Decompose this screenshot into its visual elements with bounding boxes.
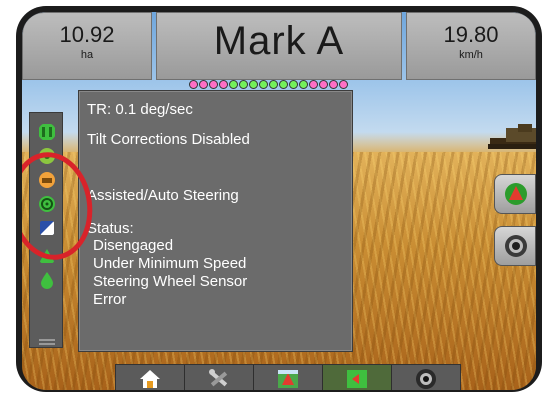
steering-info-panel: TR: 0.1 deg/sec Tilt Corrections Disable… xyxy=(78,90,353,352)
area-unit: ha xyxy=(80,49,94,61)
lightbar-led xyxy=(249,80,258,89)
camera-button[interactable] xyxy=(494,226,536,266)
status-line: Steering Wheel Sensor xyxy=(93,273,248,290)
display-bezel: 10.92 ha Mark A 19.80 km/h TR: 0.1 deg/s… xyxy=(16,6,542,392)
camera-view-icon xyxy=(416,369,436,389)
speed-readout[interactable]: 19.80 km/h xyxy=(406,12,536,80)
lightbar-led xyxy=(199,80,208,89)
tilt-status-text: Tilt Corrections Disabled xyxy=(87,131,250,148)
lightbar-led xyxy=(319,80,328,89)
status-bar: 10.92 ha Mark A 19.80 km/h xyxy=(22,12,536,80)
lightbar xyxy=(189,80,348,89)
camera-icon xyxy=(505,235,527,257)
steering-mode-text: Assisted/Auto Steering xyxy=(87,187,239,204)
lightbar-led xyxy=(259,80,268,89)
bottom-toolbar xyxy=(115,364,461,390)
lightbar-led xyxy=(219,80,228,89)
status-line: Error xyxy=(93,291,127,308)
lightbar-led xyxy=(309,80,318,89)
grip-handle[interactable] xyxy=(39,339,55,341)
speed-value: 19.80 xyxy=(443,22,499,47)
guidance-view-icon xyxy=(278,370,298,388)
speed-unit: km/h xyxy=(459,49,483,61)
lightbar-led xyxy=(289,80,298,89)
lightbar-led xyxy=(229,80,238,89)
map-view-icon xyxy=(347,370,367,388)
lightbar-led xyxy=(239,80,248,89)
lightbar-led xyxy=(209,80,218,89)
guidance-mode-button[interactable] xyxy=(494,174,536,214)
map-view-button[interactable] xyxy=(323,365,392,390)
area-value: 10.92 xyxy=(59,22,115,47)
lightbar-led xyxy=(279,80,288,89)
status-line: Disengaged xyxy=(93,237,174,254)
mark-label: Mark A xyxy=(213,19,345,63)
status-line: Under Minimum Speed xyxy=(93,255,247,272)
tools-button[interactable] xyxy=(185,365,254,390)
guidance-mode-icon xyxy=(505,183,527,205)
lightbar-led xyxy=(329,80,338,89)
drop-icon[interactable] xyxy=(38,271,56,289)
area-readout[interactable]: 10.92 ha xyxy=(22,12,152,80)
mark-point-panel[interactable]: Mark A xyxy=(156,12,402,80)
guidance-screen: 10.92 ha Mark A 19.80 km/h TR: 0.1 deg/s… xyxy=(22,12,536,390)
guidance-view-button[interactable] xyxy=(254,365,323,390)
home-button[interactable] xyxy=(116,365,185,390)
turn-rate-text: TR: 0.1 deg/sec xyxy=(87,101,193,118)
camera-view-button[interactable] xyxy=(392,365,460,390)
lightbar-led xyxy=(189,80,198,89)
lightbar-led xyxy=(299,80,308,89)
tools-icon xyxy=(209,369,228,387)
combine-harvester-image xyxy=(488,124,536,149)
status-label: Status: xyxy=(87,220,134,237)
home-icon xyxy=(140,370,160,388)
boom-icon[interactable] xyxy=(38,123,56,141)
lightbar-led xyxy=(339,80,348,89)
lightbar-led xyxy=(269,80,278,89)
